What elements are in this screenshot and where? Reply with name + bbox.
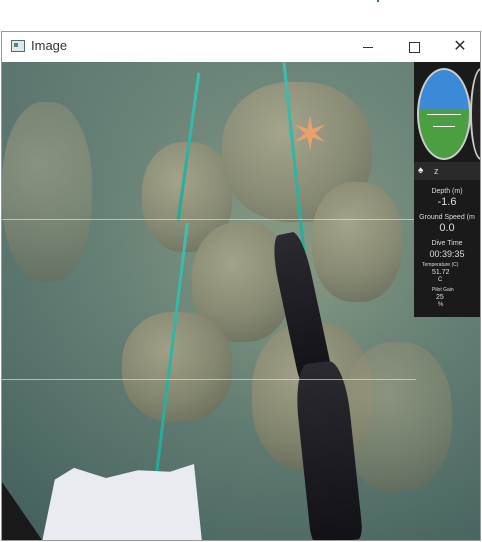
minimize-button[interactable] <box>345 32 391 62</box>
depth-label: Depth (m) <box>431 188 463 195</box>
status-strip: ♠ z <box>414 162 480 180</box>
temperature-value: 51.72 <box>432 269 450 276</box>
pilot-gain-label: Pilot Gain <box>432 287 454 293</box>
title-bar[interactable]: Image ✕ <box>2 32 480 62</box>
window-title: Image <box>31 38 68 53</box>
vehicle-icon: ♠ <box>418 165 424 176</box>
dive-time-value: 00:39:35 <box>429 249 465 259</box>
maximize-button[interactable] <box>391 32 437 62</box>
ground-speed-label: Ground Speed (m <box>419 214 475 221</box>
app-icon <box>11 40 25 52</box>
close-icon: ✕ <box>453 38 467 55</box>
pilot-gain-unit: % <box>438 302 444 308</box>
maximize-icon <box>408 42 420 54</box>
screen-artifact-dot <box>377 0 379 2</box>
telemetry-panel: ♠ z Depth (m) -1.6 Ground Speed (m 0.0 D… <box>414 62 480 317</box>
dive-time-label: Dive Time <box>431 240 463 247</box>
overlay-line <box>2 379 416 380</box>
close-button[interactable]: ✕ <box>437 32 482 62</box>
temperature-label: Temperature (C) <box>422 262 459 268</box>
overlay-line <box>2 219 416 220</box>
horizon-line <box>427 114 461 115</box>
image-window: Image ✕ ✶ ♠ z Depth (m) -1.6 Ground Spee… <box>1 31 481 541</box>
diver-fin <box>42 464 202 540</box>
attitude-indicator <box>417 68 471 160</box>
status-strip-label: z <box>434 166 439 176</box>
underwater-camera-image: ✶ ♠ z Depth (m) -1.6 Ground Speed (m 0.0… <box>2 62 480 540</box>
pilot-gain-value: 25 <box>436 294 444 301</box>
ground-speed-value: 0.0 <box>439 222 455 234</box>
depth-value: -1.6 <box>437 196 457 208</box>
heading-indicator <box>470 68 480 160</box>
minimize-icon <box>363 47 373 49</box>
starfish: ✶ <box>290 108 330 160</box>
temperature-unit: C <box>438 277 443 283</box>
pitch-line <box>433 126 455 127</box>
